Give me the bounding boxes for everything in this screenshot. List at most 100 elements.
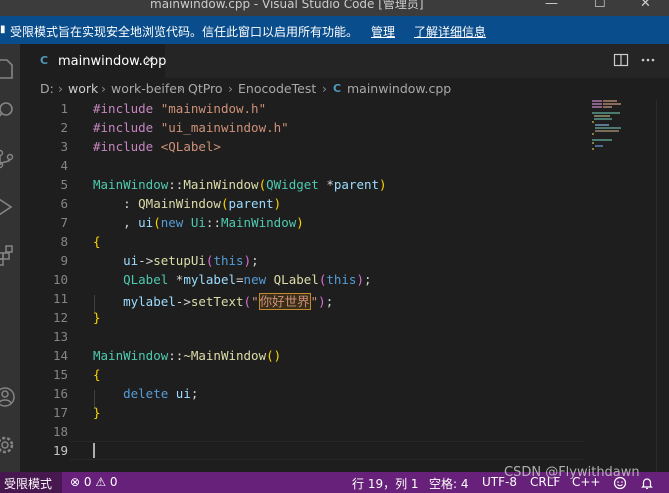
line-number: 10 xyxy=(52,272,68,287)
breadcrumb-qtpro[interactable]: QtPro xyxy=(188,81,223,96)
code-editor[interactable]: 1 #include "mainwindow.h" 2 #include "ui… xyxy=(20,100,669,472)
breadcrumb-work[interactable]: work xyxy=(68,81,98,96)
breadcrumb-enocodetest[interactable]: EnocodeTest xyxy=(238,81,316,96)
indentation-setting[interactable]: 空格: 4 xyxy=(429,475,469,492)
minimize-button[interactable]: — xyxy=(545,0,558,11)
code-line: 7 , ui(new Ui::MainWindow) xyxy=(20,214,669,233)
account-icon[interactable] xyxy=(0,386,16,408)
close-window-button[interactable]: ✕ xyxy=(640,0,651,11)
breadcrumb-work-beifen[interactable]: work-beifen xyxy=(111,81,185,96)
line-number: 16 xyxy=(52,386,68,401)
code-line: 3 #include <QLabel> xyxy=(20,138,669,157)
code-line: 17 } xyxy=(20,404,669,423)
line-number: 8 xyxy=(60,234,68,249)
code-text: } xyxy=(93,310,101,325)
code-text: MainWindow::MainWindow(QWidget *parent) xyxy=(93,177,387,192)
breadcrumb-file[interactable]: mainwindow.cpp xyxy=(347,81,451,96)
code-line: 5 MainWindow::MainWindow(QWidget *parent… xyxy=(20,176,669,195)
line-number: 14 xyxy=(52,348,68,363)
code-text: { xyxy=(93,234,101,249)
code-text: mylabel->setText("你好世界"); xyxy=(123,293,334,310)
code-text: MainWindow::~MainWindow() xyxy=(93,348,282,363)
breadcrumb: D: › work › work-beifen › QtPro › Enocod… xyxy=(20,78,669,100)
line-number: 7 xyxy=(60,215,68,230)
vertical-scrollbar[interactable] xyxy=(656,100,669,472)
activity-bar xyxy=(0,44,20,472)
restricted-mode-label: 受限模式 xyxy=(4,477,53,491)
code-line: 15 { xyxy=(20,366,669,385)
more-actions-icon[interactable] xyxy=(640,52,656,68)
chevron-right-icon: › xyxy=(58,81,63,96)
shield-icon: ▮ xyxy=(0,24,6,35)
extensions-icon[interactable] xyxy=(0,244,16,266)
maximize-button[interactable]: ☐ xyxy=(594,0,606,11)
banner-message: 受限模式旨在实现安全地浏览代码。信任此窗口以启用所有功能。 xyxy=(10,25,359,39)
chevron-right-icon: › xyxy=(228,81,233,96)
line-number: 17 xyxy=(52,405,68,420)
watermark: CSDN @Flywithdawn xyxy=(504,465,640,480)
split-editor-icon[interactable] xyxy=(613,52,629,68)
code-text: { xyxy=(93,367,101,382)
line-number: 13 xyxy=(52,329,68,344)
line-number: 15 xyxy=(52,367,68,382)
cpp-file-icon: C xyxy=(333,82,342,95)
source-control-icon[interactable] xyxy=(0,148,16,170)
minimap[interactable] xyxy=(590,100,660,160)
code-line: 16 delete ui; xyxy=(20,385,669,404)
code-line: 8 { xyxy=(20,233,669,252)
code-text: #include <QLabel> xyxy=(93,139,221,154)
line-number: 9 xyxy=(60,253,68,268)
text-cursor xyxy=(93,443,95,458)
code-line: 1 #include "mainwindow.h" xyxy=(20,100,669,119)
code-line: 2 #include "ui_mainwindow.h" xyxy=(20,119,669,138)
restricted-mode-indicator[interactable]: 受限模式 xyxy=(0,472,62,493)
window-title: mainwindow.cpp - Visual Studio Code [管理员… xyxy=(150,0,424,11)
code-line: 4 xyxy=(20,157,669,176)
close-tab-icon[interactable]: × xyxy=(144,53,155,68)
code-line: 11 mylabel->setText("你好世界"); xyxy=(20,290,669,310)
code-text: : QMainWindow(parent) xyxy=(93,196,282,211)
code-line: 14 MainWindow::~MainWindow() xyxy=(20,347,669,366)
code-line: 10 QLabel *mylabel=new QLabel(this); xyxy=(20,271,669,290)
code-text: QLabel *mylabel=new QLabel(this); xyxy=(123,272,372,287)
code-line-active: 19 xyxy=(20,442,669,461)
line-number: 5 xyxy=(60,177,68,192)
settings-gear-icon[interactable] xyxy=(0,434,16,456)
line-number: 19 xyxy=(52,443,68,458)
code-text: } xyxy=(93,405,101,420)
chevron-right-icon: › xyxy=(101,81,106,96)
code-text: #include "mainwindow.h" xyxy=(93,101,267,116)
highlighted-string: 你好世界 xyxy=(258,293,311,310)
line-number: 11 xyxy=(52,291,68,306)
notifications-bell-icon[interactable] xyxy=(640,476,654,490)
explorer-icon[interactable] xyxy=(0,58,16,80)
code-text: #include "ui_mainwindow.h" xyxy=(93,120,289,135)
code-line: 12 } xyxy=(20,309,669,328)
line-number: 4 xyxy=(60,158,68,173)
title-bar: mainwindow.cpp - Visual Studio Code [管理员… xyxy=(0,0,669,16)
breadcrumb-drive[interactable]: D: xyxy=(40,81,54,96)
line-number: 18 xyxy=(52,424,68,439)
chevron-right-icon: › xyxy=(322,81,327,96)
line-number: 3 xyxy=(60,139,68,154)
learn-more-link[interactable]: 了解详细信息 xyxy=(414,23,486,40)
cpp-file-icon: C xyxy=(40,54,49,67)
restricted-mode-banner: ▮ 受限模式旨在实现安全地浏览代码。信任此窗口以启用所有功能。 管理 了解详细信… xyxy=(0,16,669,44)
search-icon[interactable] xyxy=(0,100,16,122)
line-number: 2 xyxy=(60,120,68,135)
manage-link[interactable]: 管理 xyxy=(371,23,395,40)
code-text: ui->setupUi(this); xyxy=(123,253,259,268)
problems-indicator[interactable]: ⊗ 0 ⚠ 0 xyxy=(70,475,118,489)
chevron-right-icon: › xyxy=(178,81,183,96)
tab-mainwindow-cpp[interactable]: C mainwindow.cpp × xyxy=(20,44,166,78)
code-line: 9 ui->setupUi(this); xyxy=(20,252,669,271)
line-number: 1 xyxy=(60,101,68,116)
line-number: 12 xyxy=(52,310,68,325)
cursor-position[interactable]: 行 19，列 1 xyxy=(352,475,419,492)
code-line: 18 xyxy=(20,423,669,442)
code-line: 6 : QMainWindow(parent) xyxy=(20,195,669,214)
code-line: 13 xyxy=(20,328,669,347)
editor-tab-bar: C mainwindow.cpp × xyxy=(20,44,669,78)
run-debug-icon[interactable] xyxy=(0,196,16,218)
code-text: delete ui; xyxy=(123,386,199,401)
